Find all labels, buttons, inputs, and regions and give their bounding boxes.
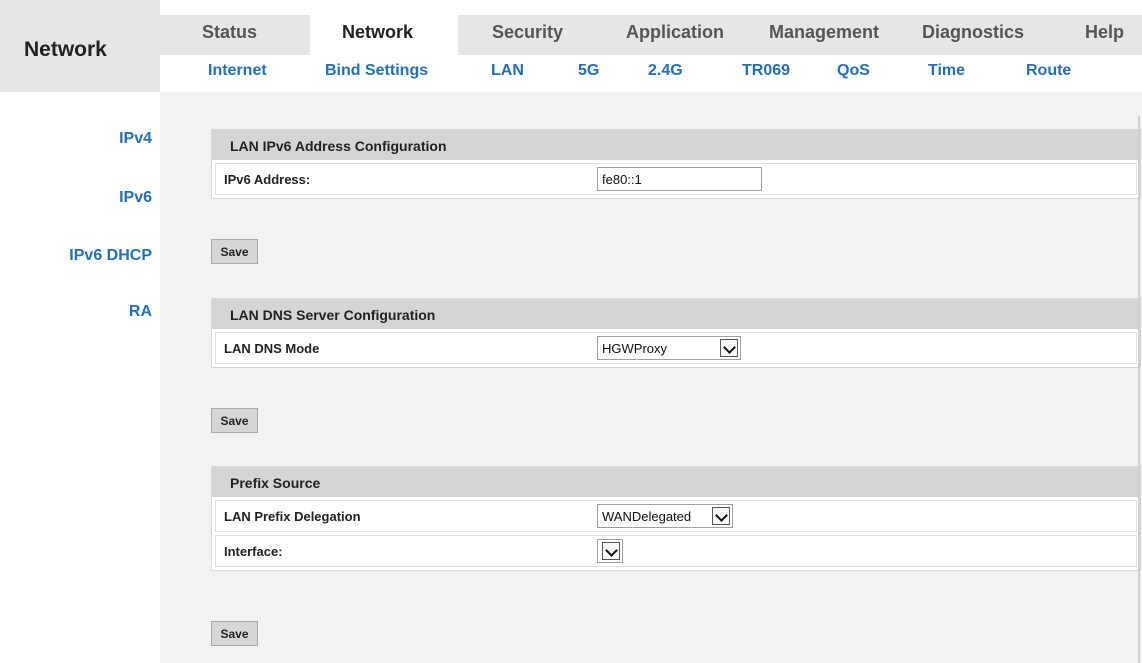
- tab-diagnostics[interactable]: Diagnostics: [922, 22, 1024, 43]
- subtab-bind-settings[interactable]: Bind Settings: [325, 62, 428, 80]
- prefix-delegation-row: LAN Prefix Delegation WANDelegated: [215, 500, 1137, 532]
- tab-network[interactable]: Network: [342, 22, 413, 43]
- save-button[interactable]: Save: [211, 621, 258, 646]
- panel-title: LAN DNS Server Configuration: [212, 299, 1140, 329]
- main-content: LAN IPv6 Address Configuration IPv6 Addr…: [160, 92, 1142, 663]
- interface-label: Interface:: [224, 544, 283, 559]
- sidebar-item-ipv6-dhcp[interactable]: IPv6 DHCP: [69, 247, 152, 265]
- subtab-internet[interactable]: Internet: [208, 62, 267, 80]
- chevron-down-icon[interactable]: [712, 507, 730, 525]
- save-button[interactable]: Save: [211, 239, 258, 264]
- subtab-lan[interactable]: LAN: [491, 62, 524, 80]
- panel-title: Prefix Source: [212, 467, 1140, 497]
- subtab-route[interactable]: Route: [1026, 62, 1071, 80]
- subtab-time[interactable]: Time: [928, 62, 965, 80]
- interface-row: Interface:: [215, 535, 1137, 567]
- brand-title: Network: [24, 38, 107, 61]
- subtab-5g[interactable]: 5G: [578, 62, 599, 80]
- brand-area: Network: [0, 0, 160, 92]
- sidebar-item-ipv4[interactable]: IPv4: [119, 130, 152, 148]
- interface-select[interactable]: [597, 539, 623, 563]
- subtab-tr069[interactable]: TR069: [742, 62, 790, 80]
- sub-nav: Internet Bind Settings LAN 5G 2.4G TR069…: [160, 55, 1142, 92]
- header: Network Status Network Security Applicat…: [0, 0, 1142, 92]
- scrollbar-edge[interactable]: [1138, 116, 1140, 663]
- chevron-down-icon[interactable]: [602, 542, 620, 560]
- subtab-qos[interactable]: QoS: [837, 62, 870, 80]
- top-nav: Status Network Security Application Mana…: [160, 15, 1142, 55]
- sidebar-item-ra[interactable]: RA: [129, 303, 152, 321]
- ipv6-address-row: IPv6 Address:: [215, 163, 1137, 195]
- sidebar-item-ipv6[interactable]: IPv6: [119, 189, 152, 207]
- sidebar: IPv4 IPv6 IPv6 DHCP RA: [0, 92, 160, 663]
- ipv6-address-panel: LAN IPv6 Address Configuration IPv6 Addr…: [211, 129, 1141, 199]
- dns-mode-label: LAN DNS Mode: [224, 341, 320, 356]
- subtab-2-4g[interactable]: 2.4G: [648, 62, 683, 80]
- dns-panel: LAN DNS Server Configuration LAN DNS Mod…: [211, 298, 1141, 368]
- ipv6-address-label: IPv6 Address:: [224, 172, 311, 187]
- tab-help[interactable]: Help: [1085, 22, 1124, 43]
- chevron-down-icon[interactable]: [720, 339, 738, 357]
- tab-application[interactable]: Application: [626, 22, 724, 43]
- dns-mode-select[interactable]: HGWProxy: [597, 336, 741, 360]
- tab-security[interactable]: Security: [492, 22, 563, 43]
- ipv6-address-input[interactable]: [597, 167, 762, 191]
- tab-status[interactable]: Status: [202, 22, 257, 43]
- prefix-delegation-label: LAN Prefix Delegation: [224, 509, 361, 524]
- panel-title: LAN IPv6 Address Configuration: [212, 130, 1140, 160]
- prefix-delegation-value: WANDelegated: [602, 509, 692, 524]
- dns-mode-value: HGWProxy: [602, 341, 667, 356]
- prefix-delegation-select[interactable]: WANDelegated: [597, 504, 733, 528]
- dns-mode-row: LAN DNS Mode HGWProxy: [215, 332, 1137, 364]
- prefix-source-panel: Prefix Source LAN Prefix Delegation WAND…: [211, 466, 1141, 571]
- save-button[interactable]: Save: [211, 408, 258, 433]
- tab-management[interactable]: Management: [769, 22, 879, 43]
